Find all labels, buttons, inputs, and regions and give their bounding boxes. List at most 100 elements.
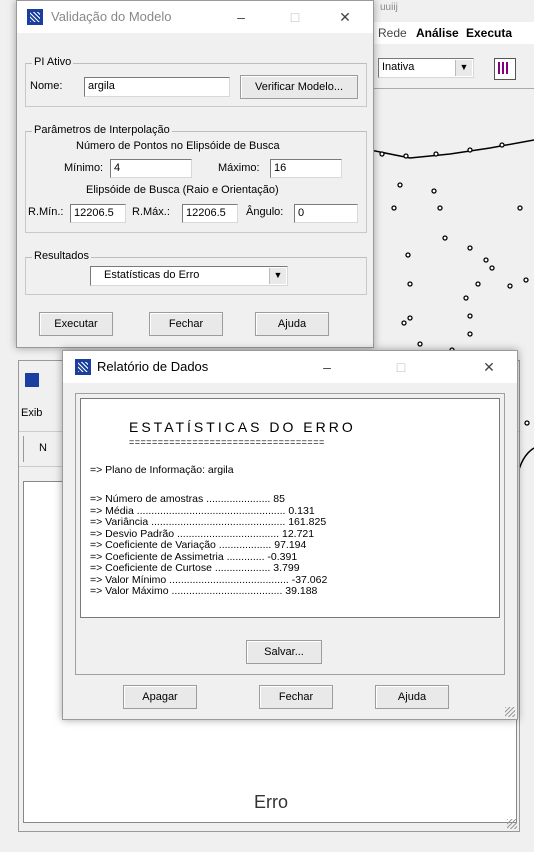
minimize-button[interactable]: –: [231, 7, 251, 27]
map-canvas[interactable]: [370, 88, 534, 378]
back-window-bottom-text: Erro: [254, 792, 289, 812]
minimize-button[interactable]: –: [317, 357, 337, 377]
rmin-label: R.Mín.:: [28, 206, 64, 218]
bg-toolbar: Inativa ▼: [370, 48, 534, 89]
menu-item-rede[interactable]: l Rede: [372, 26, 407, 40]
angle-field[interactable]: 0: [294, 204, 358, 223]
validation-titlebar[interactable]: Validação do Modelo – □ ✕: [17, 1, 373, 33]
report-client: ESTATÍSTICAS DO ERRO ===================…: [63, 383, 517, 719]
rmin-field[interactable]: 12206.5: [70, 204, 126, 223]
stat-value: 39.188: [285, 585, 318, 597]
max-field[interactable]: 16: [270, 159, 342, 178]
stat-label: => Coeficiente de Assimetria ...........…: [90, 550, 265, 563]
stat-value: -37.062: [291, 573, 328, 586]
pi-ativo-group: PI Ativo Nome: argila Verificar Modelo..…: [25, 56, 367, 107]
stat-label: => Coeficiente de Variação .............…: [90, 539, 272, 551]
stat-label: => Valor Mínimo ........................…: [90, 573, 289, 586]
max-value: 16: [274, 162, 287, 174]
stat-row: => Coeficiente de Assimetria ...........…: [90, 551, 297, 563]
report-underline: ==================================: [129, 437, 325, 447]
report-heading: ESTATÍSTICAS DO ERRO: [129, 419, 356, 435]
close-report-button[interactable]: Fechar: [259, 685, 333, 709]
resize-grip[interactable]: [507, 819, 517, 829]
rmax-value: 12206.5: [186, 207, 226, 219]
ellipsoid-heading: Elipsóide de Busca (Raio e Orientação): [86, 184, 279, 196]
maximize-button[interactable]: □: [391, 357, 411, 377]
stat-label: => Valor Máximo ........................…: [90, 585, 283, 597]
results-combo[interactable]: Estatísticas do Erro ▼: [90, 266, 288, 286]
stat-value: 12.721: [282, 527, 315, 540]
stat-value: -0.391: [267, 550, 298, 563]
validation-client: PI Ativo Nome: argila Verificar Modelo..…: [17, 33, 373, 347]
stat-label: => Número de amostras ..................…: [90, 493, 271, 505]
pi-ativo-label: PI Ativo: [32, 56, 74, 68]
points-heading: Número de Pontos no Elipsóide de Busca: [76, 140, 280, 152]
report-frame: ESTATÍSTICAS DO ERRO ===================…: [75, 393, 505, 675]
stat-value: 97.194: [274, 539, 307, 551]
save-button[interactable]: Salvar...: [246, 640, 322, 664]
bg-menubar: l Rede Análise Executa: [370, 22, 534, 44]
rmax-field[interactable]: 12206.5: [182, 204, 238, 223]
stat-value: 3.799: [273, 562, 300, 574]
report-dialog: Relatório de Dados – □ ✕ ESTATÍSTICAS DO…: [62, 350, 518, 720]
stat-row: => Média ...............................…: [90, 505, 315, 517]
help-report-button[interactable]: Ajuda: [375, 685, 449, 709]
clear-button[interactable]: Apagar: [123, 685, 197, 709]
report-title: Relatório de Dados: [97, 359, 209, 374]
rmax-label: R.Máx.:: [132, 206, 170, 218]
validation-title: Validação do Modelo: [51, 9, 172, 24]
execute-button[interactable]: Executar: [39, 312, 113, 336]
stat-row: => Coeficiente de Curtose ..............…: [90, 562, 300, 574]
stat-row: => Variância ...........................…: [90, 516, 326, 528]
stat-label: => Variância ...........................…: [90, 516, 286, 528]
min-field[interactable]: 4: [110, 159, 192, 178]
results-label: Resultados: [32, 250, 92, 262]
verify-model-button[interactable]: Verificar Modelo...: [240, 75, 358, 99]
chevron-down-icon: ▼: [455, 60, 472, 76]
back-toolbar-fragment: N: [39, 442, 47, 454]
close-button[interactable]: ✕: [335, 7, 355, 27]
angle-label: Ângulo:: [246, 206, 284, 218]
back-window-icon: [25, 373, 39, 387]
sample-points: [379, 142, 529, 353]
close-button[interactable]: ✕: [479, 357, 499, 377]
menu-item-executa[interactable]: Executa: [466, 26, 512, 40]
report-text-area[interactable]: ESTATÍSTICAS DO ERRO ===================…: [80, 398, 500, 618]
back-window-menu[interactable]: Exib: [21, 407, 42, 419]
stat-value: 85: [273, 493, 285, 505]
report-titlebar[interactable]: Relatório de Dados – □ ✕: [63, 351, 517, 383]
interpolation-label: Parâmetros de Interpolação: [32, 124, 172, 136]
help-button[interactable]: Ajuda: [255, 312, 329, 336]
bg-title-fragment: uuiij: [380, 2, 398, 13]
results-combo-value: Estatísticas do Erro: [104, 269, 200, 281]
validation-dialog: Validação do Modelo – □ ✕ PI Ativo Nome:…: [16, 0, 374, 348]
report-plano: => Plano de Informação: argila: [90, 464, 234, 476]
close-dialog-button[interactable]: Fechar: [149, 312, 223, 336]
stat-row: => Número de amostras ..................…: [90, 493, 285, 505]
app-icon: [27, 9, 43, 25]
interpolation-group: Parâmetros de Interpolação Número de Pon…: [25, 124, 367, 233]
stat-value: 161.825: [288, 516, 327, 528]
app-icon: [75, 359, 91, 375]
name-value: argila: [88, 80, 115, 92]
resize-grip[interactable]: [505, 707, 515, 717]
min-label: Mínimo:: [64, 162, 104, 174]
maximize-button[interactable]: □: [285, 7, 305, 27]
results-group: Resultados Estatísticas do Erro ▼: [25, 250, 367, 295]
stat-label: => Coeficiente de Curtose ..............…: [90, 562, 271, 574]
map-boundary-line: [370, 139, 534, 159]
chevron-down-icon: ▼: [269, 268, 286, 284]
status-combo[interactable]: Inativa ▼: [378, 58, 474, 78]
min-value: 4: [114, 162, 121, 174]
name-label: Nome:: [30, 80, 63, 92]
grid-icon[interactable]: [494, 58, 516, 80]
menu-item-analise[interactable]: Análise: [416, 26, 459, 40]
max-label: Máximo:: [218, 162, 260, 174]
stat-row: => Coeficiente de Variação .............…: [90, 539, 306, 551]
angle-value: 0: [298, 207, 305, 219]
stat-row: => Valor Máximo ........................…: [90, 585, 317, 597]
stat-row: => Valor Mínimo ........................…: [90, 574, 327, 586]
stat-row: => Desvio Padrão .......................…: [90, 528, 314, 540]
name-field[interactable]: argila: [84, 77, 230, 97]
stat-label: => Desvio Padrão .......................…: [90, 527, 280, 540]
